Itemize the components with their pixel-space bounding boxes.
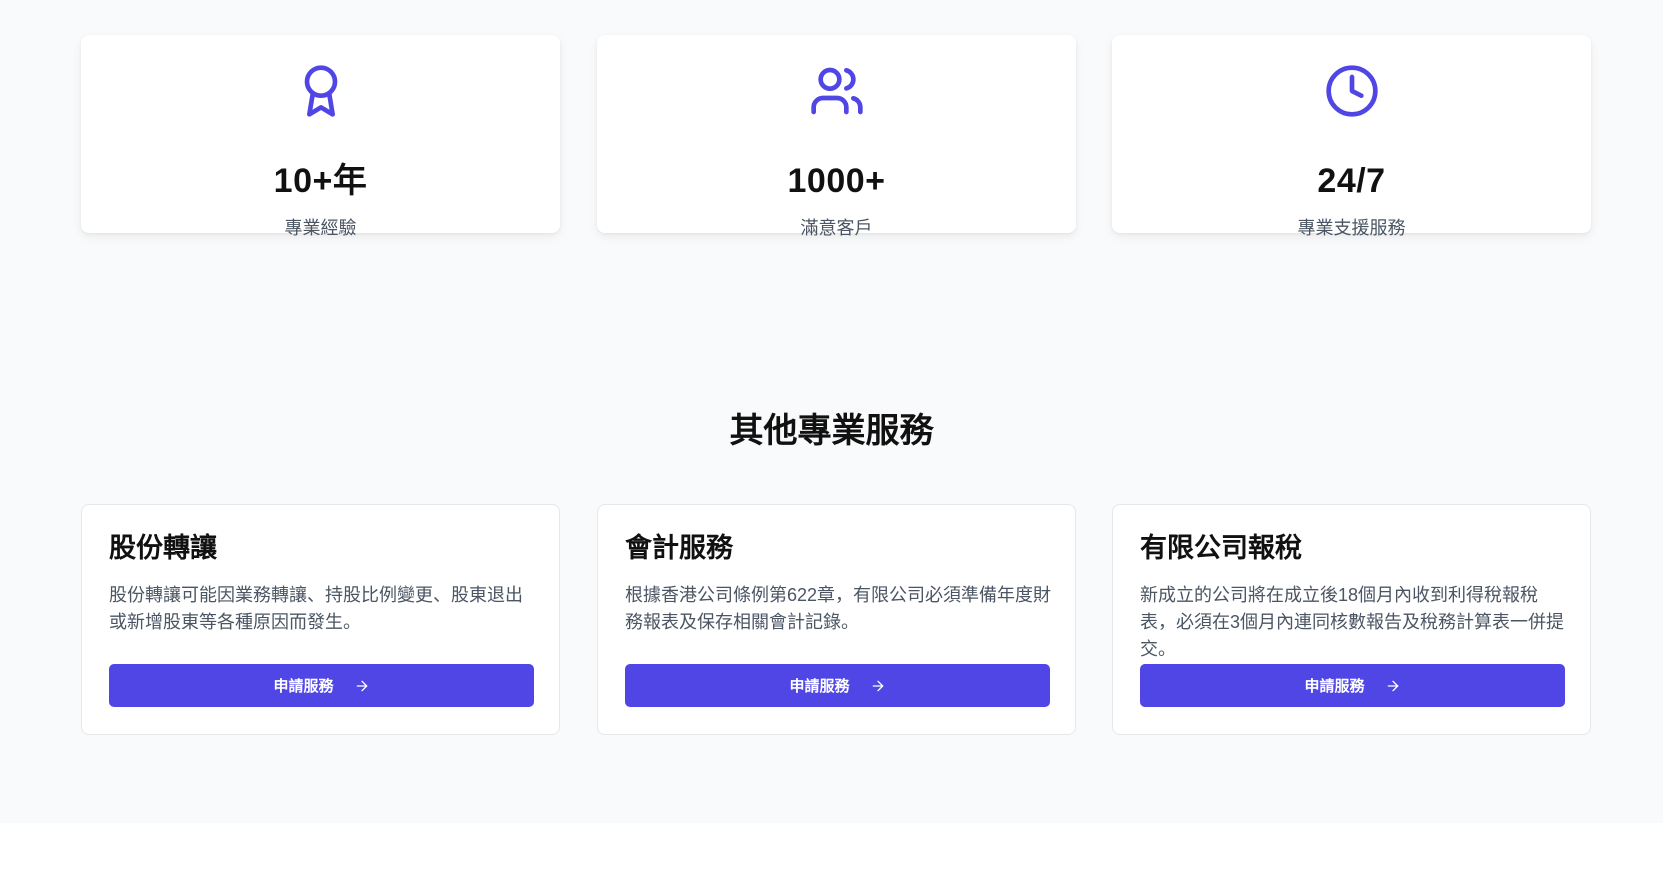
stat-label: 滿意客戶 xyxy=(800,218,873,238)
service-card-accounting: 會計服務 根據香港公司條例第622章，有限公司必須準備年度財務報表及保存相關會計… xyxy=(597,504,1076,735)
stat-value: 1000+ xyxy=(787,162,886,200)
users-icon xyxy=(809,63,865,119)
content-section: 10+年 專業經驗 1000+ 滿意客戶 24/7 專業支援服務 其他專業服務 … xyxy=(0,0,1663,823)
arrow-right-icon xyxy=(354,678,370,694)
button-label: 申請服務 xyxy=(273,678,334,695)
service-title: 會計服務 xyxy=(625,533,733,563)
section-title: 其他專業服務 xyxy=(729,412,934,450)
service-description: 股份轉讓可能因業務轉讓、持股比例變更、股東退出或新增股東等各種原因而發生。 xyxy=(109,585,523,632)
service-card-share-transfer: 股份轉讓 股份轉讓可能因業務轉讓、持股比例變更、股東退出或新增股東等各種原因而發… xyxy=(81,504,560,735)
service-description: 新成立的公司將在成立後18個月內收到利得稅報稅表，必須在3個月內連同核數報告及稅… xyxy=(1140,585,1565,659)
stat-card-experience: 10+年 專業經驗 xyxy=(81,35,560,238)
award-icon xyxy=(293,63,349,119)
button-label: 申請服務 xyxy=(1304,678,1365,695)
stat-label: 專業經驗 xyxy=(284,218,357,238)
service-title: 有限公司報稅 xyxy=(1140,533,1302,563)
service-description: 根據香港公司條例第622章，有限公司必須準備年度財務報表及保存相關會計記錄。 xyxy=(625,585,1052,632)
stat-value: 24/7 xyxy=(1317,162,1386,200)
service-card-company-tax: 有限公司報稅 新成立的公司將在成立後18個月內收到利得稅報稅表，必須在3個月內連… xyxy=(1112,504,1591,735)
stat-card-clients: 1000+ 滿意客戶 xyxy=(597,35,1076,238)
page: 10+年 專業經驗 1000+ 滿意客戶 24/7 專業支援服務 其他專業服務 … xyxy=(0,0,1663,889)
arrow-right-icon xyxy=(870,678,886,694)
stat-label: 專業支援服務 xyxy=(1297,218,1406,238)
service-title: 股份轉讓 xyxy=(109,533,217,563)
button-label: 申請服務 xyxy=(789,678,850,695)
apply-service-button[interactable]: 申請服務 xyxy=(1140,664,1565,707)
apply-service-button[interactable]: 申請服務 xyxy=(109,664,534,707)
stat-card-support: 24/7 專業支援服務 xyxy=(1112,35,1591,238)
stat-value: 10+年 xyxy=(273,162,368,200)
apply-service-button[interactable]: 申請服務 xyxy=(625,664,1050,707)
clock-icon xyxy=(1324,63,1380,119)
arrow-right-icon xyxy=(1385,678,1401,694)
